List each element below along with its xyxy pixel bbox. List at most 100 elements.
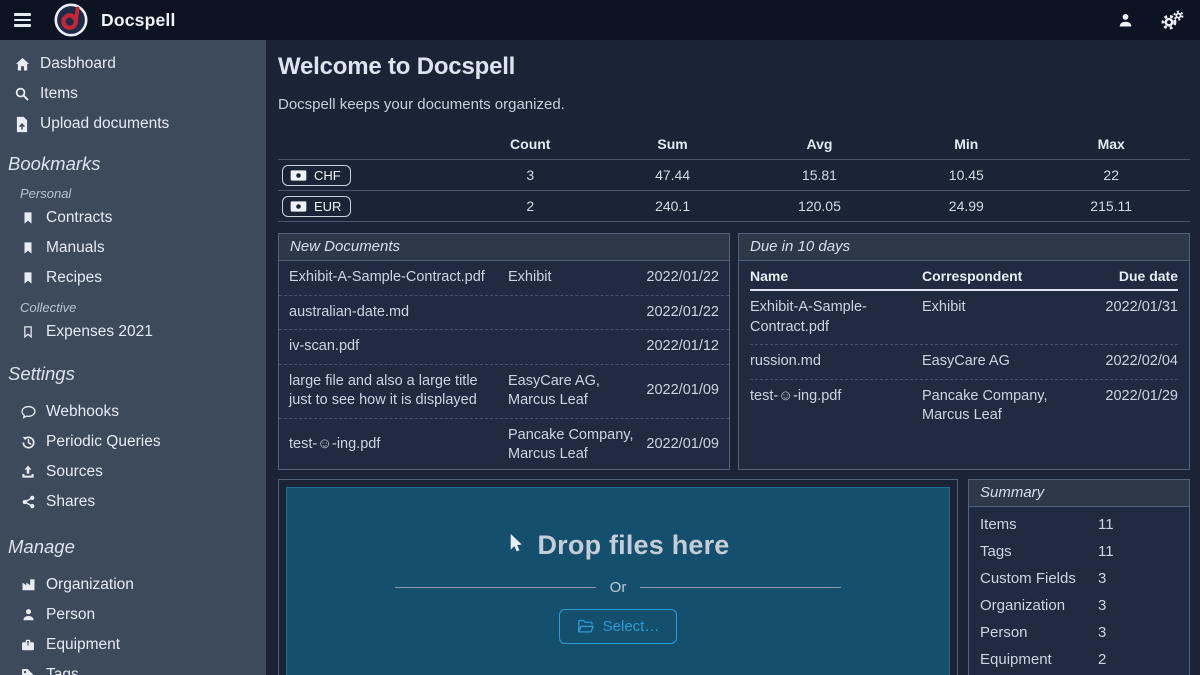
sidebar-item-label: Expenses 2021 <box>46 323 153 341</box>
bookmarks-heading: Bookmarks <box>0 151 266 177</box>
menu-icon[interactable] <box>2 13 42 27</box>
bookmark-icon <box>19 210 37 226</box>
doc-date: 2022/01/09 <box>646 435 719 455</box>
doc-correspondent: Exhibit <box>508 268 642 288</box>
file-dropzone[interactable]: Drop files here Or Select… <box>286 487 950 675</box>
sidebar-item-webhooks[interactable]: Webhooks <box>0 397 266 427</box>
summary-label: Items <box>980 514 1098 535</box>
due-table-header: Name Correspondent Due date <box>750 261 1178 291</box>
select-files-label: Select… <box>603 618 660 635</box>
sidebar-item-shares[interactable]: Shares <box>0 487 266 517</box>
sidebar-item-tags[interactable]: Tags <box>0 660 266 675</box>
summary-value: 11 <box>1098 514 1114 535</box>
due-row[interactable]: test-☺-ing.pdf Pancake Company, Marcus L… <box>750 380 1178 433</box>
summary-value: 3 <box>1098 595 1106 616</box>
doc-correspondent: Pancake Company, Marcus Leaf <box>922 387 1104 426</box>
stats-row-chf: CHF 3 47.44 15.81 10.45 22 <box>278 160 1190 191</box>
panel-title: Summary <box>969 480 1189 507</box>
sidebar-item-items[interactable]: Items <box>0 79 266 109</box>
stat-value: 215.11 <box>1032 191 1190 222</box>
sidebar-item-contracts[interactable]: Contracts <box>0 203 266 233</box>
sidebar-item-periodic-queries[interactable]: Periodic Queries <box>0 427 266 457</box>
dropzone-title: Drop files here <box>506 530 729 561</box>
sidebar-item-label: Dasbhoard <box>40 55 116 73</box>
currency-chf-pill[interactable]: CHF <box>282 165 351 186</box>
dropzone-title-text: Drop files here <box>537 530 729 561</box>
summary-row: Items 11 <box>969 511 1189 538</box>
summary-value: 3 <box>1098 622 1106 643</box>
manage-heading: Manage <box>0 534 266 560</box>
new-doc-row[interactable]: test-☺-ing.pdf Pancake Company, Marcus L… <box>279 419 729 470</box>
due-panel: Due in 10 days Name Correspondent Due da… <box>738 233 1190 470</box>
summary-label: Tags <box>980 541 1098 562</box>
doc-due-date: 2022/02/04 <box>1104 352 1178 372</box>
stat-value: 240.1 <box>607 191 739 222</box>
new-doc-row[interactable]: large file and also a large title just t… <box>279 365 729 419</box>
sidebar-item-equipment[interactable]: Equipment <box>0 630 266 660</box>
stat-value: 120.05 <box>739 191 901 222</box>
doc-correspondent: Exhibit <box>922 298 1104 337</box>
currency-label: EUR <box>314 199 341 214</box>
doc-name: Exhibit-A-Sample-Contract.pdf <box>750 298 922 337</box>
sidebar-item-label: Person <box>46 606 95 624</box>
sidebar-item-recipes[interactable]: Recipes <box>0 263 266 293</box>
new-doc-row[interactable]: Exhibit-A-Sample-Contract.pdf Exhibit 20… <box>279 261 729 296</box>
stat-value: 47.44 <box>607 160 739 191</box>
sidebar-item-label: Organization <box>46 576 134 594</box>
sidebar-item-upload-documents[interactable]: Upload documents <box>0 109 266 139</box>
comment-icon <box>19 404 37 420</box>
cogs-icon[interactable] <box>1160 10 1184 30</box>
select-files-button[interactable]: Select… <box>559 609 678 644</box>
sidebar-item-dashboard[interactable]: Dasbhoard <box>0 49 266 79</box>
new-documents-panel: New Documents Exhibit-A-Sample-Contract.… <box>278 233 730 470</box>
stat-value: 15.81 <box>739 160 901 191</box>
stats-header: Sum <box>607 132 739 160</box>
sidebar-item-expenses-2021[interactable]: Expenses 2021 <box>0 317 266 347</box>
bookmark-outline-icon <box>19 324 37 340</box>
due-row[interactable]: russion.md EasyCare AG 2022/02/04 <box>750 345 1178 380</box>
doc-name: test-☺-ing.pdf <box>289 435 508 455</box>
tag-icon <box>19 667 37 675</box>
currency-label: CHF <box>314 168 341 183</box>
money-bill-icon <box>290 169 307 182</box>
column-header: Correspondent <box>922 268 1104 284</box>
user-icon[interactable] <box>1117 12 1134 29</box>
new-doc-row[interactable]: iv-scan.pdf 2022/01/12 <box>279 330 729 365</box>
sidebar-item-label: Shares <box>46 493 95 511</box>
app-title: Docspell <box>101 10 176 31</box>
page-subtitle: Docspell keeps your documents organized. <box>278 96 1190 113</box>
bookmarks-collective-label: Collective <box>0 297 266 317</box>
doc-name: test-☺-ing.pdf <box>750 387 922 426</box>
sidebar-item-label: Periodic Queries <box>46 433 161 451</box>
doc-name: russion.md <box>750 352 922 372</box>
stats-header: Max <box>1032 132 1190 160</box>
stats-row-eur: EUR 2 240.1 120.05 24.99 215.11 <box>278 191 1190 222</box>
bookmarks-personal-label: Personal <box>0 183 266 203</box>
sidebar-item-label: Webhooks <box>46 403 119 421</box>
sidebar-item-organization[interactable]: Organization <box>0 570 266 600</box>
summary-value: 3 <box>1098 568 1106 589</box>
stat-value: 10.45 <box>900 160 1032 191</box>
or-divider: Or <box>395 579 841 596</box>
summary-label: Equipment <box>980 649 1098 670</box>
doc-date: 2022/01/22 <box>646 268 719 288</box>
sidebar-item-person[interactable]: Person <box>0 600 266 630</box>
home-icon <box>13 56 31 73</box>
equipment-icon <box>19 637 37 653</box>
panel-title: New Documents <box>279 234 729 261</box>
page-title: Welcome to Docspell <box>278 53 1190 81</box>
currency-eur-pill[interactable]: EUR <box>282 196 351 217</box>
sidebar-item-manuals[interactable]: Manuals <box>0 233 266 263</box>
new-doc-row[interactable]: australian-date.md 2022/01/22 <box>279 296 729 331</box>
stat-value: 2 <box>454 191 607 222</box>
stat-value: 24.99 <box>900 191 1032 222</box>
sidebar-item-sources[interactable]: Sources <box>0 457 266 487</box>
history-icon <box>19 434 37 451</box>
summary-row: Custom Fields 3 <box>969 565 1189 592</box>
stats-header: Count <box>454 132 607 160</box>
stats-header: Min <box>900 132 1032 160</box>
due-row[interactable]: Exhibit-A-Sample-Contract.pdf Exhibit 20… <box>750 291 1178 345</box>
doc-name: large file and also a large title just t… <box>289 372 508 411</box>
file-upload-icon <box>13 116 31 133</box>
folder-open-icon <box>577 619 595 634</box>
